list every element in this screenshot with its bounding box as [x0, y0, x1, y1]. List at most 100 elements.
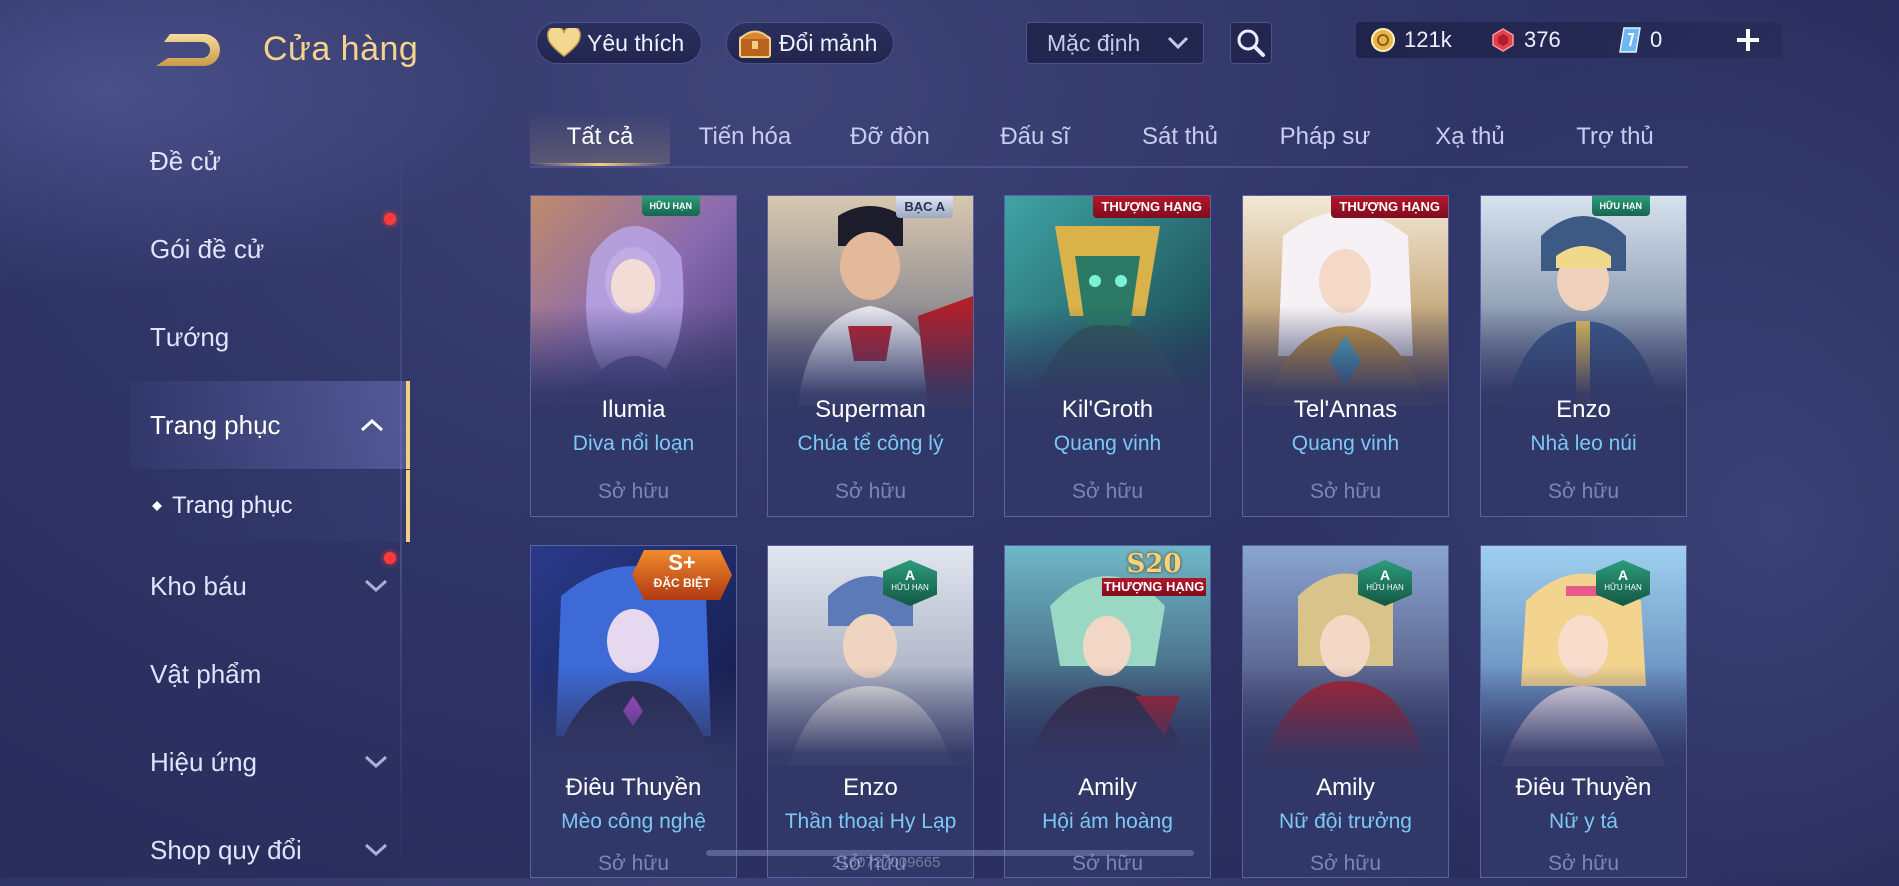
fragment-exchange-label: Đổi mảnh [779, 29, 878, 56]
chevron-up-icon [360, 418, 384, 432]
sidebar-item-recommended-packs[interactable]: Gói đề cử [130, 213, 410, 285]
sort-value: Mặc định [1047, 29, 1141, 56]
skin-name: Diva nổi loạn [572, 432, 695, 455]
tier-type: HỮU HẠN [1366, 583, 1404, 592]
hero-name: Điêu Thuyền [1515, 774, 1652, 801]
notification-dot [384, 213, 396, 225]
skin-name: Mèo công nghệ [561, 810, 706, 833]
sort-dropdown[interactable]: Mặc định [1026, 22, 1204, 64]
plus-icon [1737, 29, 1759, 51]
favorite-label: Yêu thích [587, 29, 685, 56]
card-shade [531, 666, 736, 776]
fragment-exchange-button[interactable]: Đổi mảnh [726, 22, 894, 64]
card-shade [1481, 666, 1686, 776]
hero-name: Tel'Annas [1293, 396, 1398, 423]
ruby-gem-icon [1492, 28, 1514, 52]
owned-status: Sở hữu [597, 480, 670, 503]
sidebar-item-label: Đề cử [150, 145, 221, 176]
tab-support[interactable]: Trợ thủ [1545, 112, 1685, 164]
hero-name: Amily [1078, 774, 1137, 801]
sidebar-subitem-label: Trang phục [172, 492, 293, 519]
back-button[interactable] [150, 28, 230, 72]
owned-status: Sở hữu [597, 852, 670, 875]
tier-badge: BẠC A [896, 196, 953, 218]
search-button[interactable] [1230, 22, 1272, 64]
owned-status: Sở hữu [1547, 852, 1620, 875]
gold-value: 121k [1404, 27, 1452, 52]
hero-name: Kil'Groth [1061, 396, 1154, 423]
sidebar-item-exchange-shop[interactable]: Shop quy đổi [130, 814, 410, 886]
sidebar-item-label: Vật phẩm [150, 658, 262, 689]
owned-status: Sở hữu [1309, 480, 1382, 503]
skin-card[interactable]: HỮU HẠN Ilumia Diva nổi loạn Sở hữu [530, 195, 737, 517]
tab-assassin[interactable]: Sát thủ [1110, 112, 1250, 164]
tab-mage[interactable]: Pháp sư [1255, 112, 1395, 164]
add-currency-button[interactable] [1730, 22, 1766, 58]
sidebar-item-treasure[interactable]: Kho báu [130, 550, 410, 622]
skin-card[interactable]: THƯỢNG HẠNG Tel'Annas Quang vinh Sở hữu [1242, 195, 1449, 517]
premium-badge: THƯỢNG HẠNG [1331, 196, 1448, 218]
card-shade [1243, 666, 1448, 776]
sidebar: Đề cử Gói đề cử Tướng Trang phục Trang p… [130, 125, 410, 878]
owned-status: Sở hữu [1547, 480, 1620, 503]
skin-name: Chúa tể công lý [797, 432, 944, 455]
tab-tank[interactable]: Đỡ đòn [820, 112, 960, 164]
tab-all[interactable]: Tất cả [530, 112, 670, 166]
skin-name: Nữ y tá [1549, 810, 1618, 833]
sidebar-item-effects[interactable]: Hiệu ứng [130, 726, 410, 798]
skin-card[interactable]: THƯỢNG HẠNG Kil'Groth Quang vinh Sở hữu [1004, 195, 1211, 517]
sidebar-item-recommended[interactable]: Đề cử [130, 125, 410, 197]
tier-label: S20 [1126, 549, 1182, 579]
ruby-value: 376 [1524, 27, 1561, 52]
category-tabs: Tất cả Tiến hóa Đỡ đòn Đấu sĩ Sát thủ Ph… [530, 112, 1688, 168]
sidebar-item-label: Hiệu ứng [150, 746, 258, 777]
skin-name: Nhà leo núi [1530, 432, 1637, 455]
skin-card[interactable]: S+ ĐẶC BIỆT Điêu Thuyền Mèo công nghệ Sở… [530, 545, 737, 878]
skin-card[interactable]: A HỮU HẠN Điêu Thuyền Nữ y tá Sở hữu [1480, 545, 1687, 878]
skin-card[interactable]: HỮU HẠN Enzo Nhà leo núi Sở hữu [1480, 195, 1687, 517]
skin-card[interactable]: A HỮU HẠN Enzo Thần thoại Hy Lạp Sở hữu [767, 545, 974, 878]
sidebar-item-skins[interactable]: Trang phục [130, 381, 410, 469]
sidebar-subitem-skins[interactable]: Trang phục [130, 470, 410, 542]
tier-type: HỮU HẠN [891, 583, 929, 592]
card-shade [1005, 666, 1210, 776]
owned-status: Sở hữu [1309, 852, 1382, 875]
limited-badge: HỮU HẠN [1591, 196, 1650, 216]
tab-evolution[interactable]: Tiến hóa [675, 112, 815, 164]
favorite-button[interactable]: Yêu thích [536, 22, 702, 64]
gold-coin-icon [1371, 28, 1395, 52]
notification-dot [384, 552, 396, 564]
tier-type: ĐẶC BIỆT [653, 576, 711, 590]
diamond-bullet-icon [152, 501, 162, 511]
skin-card[interactable]: A HỮU HẠN Amily Nữ đội trưởng Sở hữu [1242, 545, 1449, 878]
tier-type: HỮU HẠN [1604, 583, 1642, 592]
hero-name: Enzo [843, 774, 898, 801]
hero-name: Superman [815, 396, 926, 423]
search-icon [1237, 29, 1265, 57]
page-title: Cửa hàng [263, 30, 419, 68]
voucher-value: 0 [1650, 27, 1663, 52]
skin-card[interactable]: S20 THƯỢNG HẠNG Amily Hội ám hoàng Sở hữ… [1004, 545, 1211, 878]
owned-status: Sở hữu [1071, 480, 1144, 503]
voucher-balance: 0 [1618, 24, 1662, 56]
tier-type: THƯỢNG HẠNG [1102, 578, 1206, 596]
skin-card[interactable]: BẠC A Superman Chúa tể công lý Sở hữu [767, 195, 974, 517]
tab-marksman[interactable]: Xạ thủ [1400, 112, 1540, 164]
tab-fighter[interactable]: Đấu sĩ [965, 112, 1105, 164]
sidebar-item-heroes[interactable]: Tướng [130, 301, 410, 373]
sidebar-item-label: Gói đề cử [150, 233, 265, 264]
card-shade [768, 666, 973, 776]
sidebar-item-items[interactable]: Vật phẩm [130, 638, 410, 710]
gold-balance: 121k [1370, 24, 1452, 56]
limited-badge: HỮU HẠN [641, 196, 700, 216]
skin-name: Quang vinh [1053, 432, 1162, 455]
ruby-balance: 376 [1490, 24, 1561, 56]
chevron-down-icon [364, 843, 388, 857]
skin-name: Thần thoại Hy Lạp [784, 810, 957, 833]
skin-name: Nữ đội trưởng [1279, 810, 1412, 833]
hero-name: Điêu Thuyền [565, 774, 702, 801]
skin-name: Quang vinh [1291, 432, 1400, 455]
heart-icon [547, 28, 581, 57]
horizontal-scrollbar[interactable] [706, 850, 1194, 856]
hero-name: Ilumia [601, 396, 666, 423]
